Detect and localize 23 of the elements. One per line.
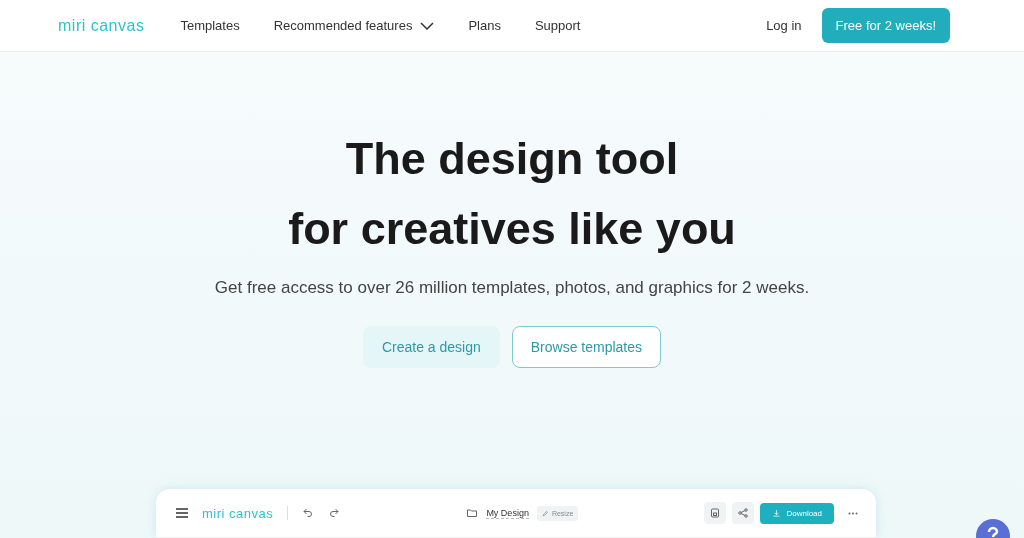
undo-icon[interactable] [302,507,315,519]
folder-icon[interactable] [466,507,479,519]
nav-link[interactable]: Recommended features [273,18,435,33]
share-button[interactable] [732,502,755,524]
menu-icon[interactable] [176,508,188,518]
more-icon[interactable] [848,511,858,515]
pencil-icon [541,509,549,517]
redo-icon[interactable] [328,507,341,519]
nav-link[interactable]: Plans [468,18,501,33]
login-link[interactable]: Log in [766,18,802,33]
chevron-down-icon [420,21,435,30]
nav-link[interactable]: Support [534,18,581,33]
save-icon [709,507,722,519]
share-icon [737,507,750,519]
design-name[interactable]: My Design [486,507,529,519]
nav-link[interactable]: Templates [180,18,240,33]
miricanvas-logo: miri canvas [202,505,274,521]
hero-subtitle: Get free access to over 26 million templates, photos, and graphics for 2 weeks. [214,278,810,298]
hero-title: for creatives like you [288,202,736,256]
save-button[interactable] [704,502,727,524]
help-icon[interactable] [975,518,1011,538]
download-icon [772,508,782,518]
hero-title: The design tool [345,132,679,186]
